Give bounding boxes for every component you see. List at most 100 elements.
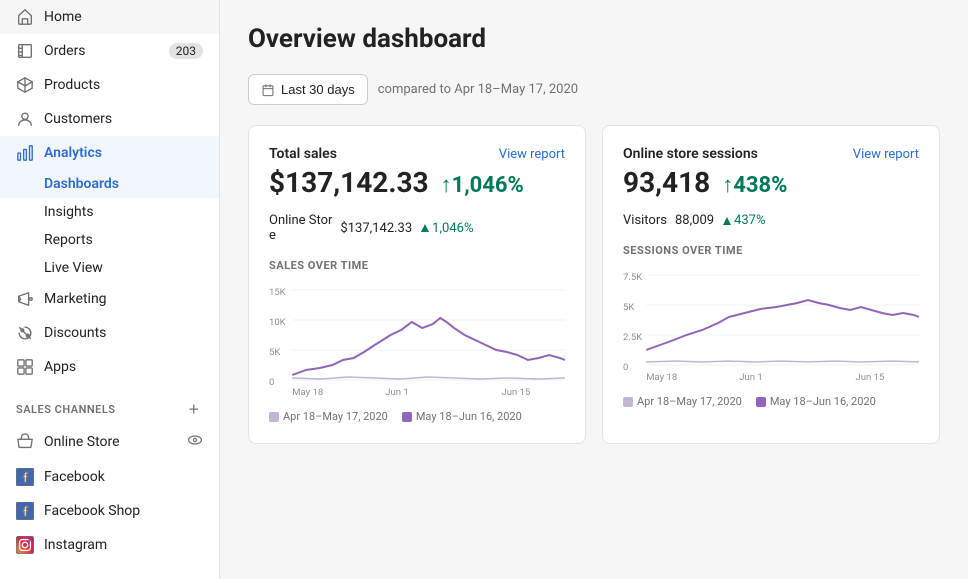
sessions-card: Online store sessions View report 93,418… <box>602 125 940 444</box>
sidebar-item-marketing-label: Marketing <box>44 291 107 307</box>
home-icon <box>16 8 34 26</box>
sidebar-item-analytics-label: Analytics <box>44 145 102 161</box>
sidebar-item-marketing[interactable]: Marketing <box>0 282 219 316</box>
sidebar-item-orders-label: Orders <box>44 43 86 59</box>
total-sales-big-row: $137,142.33 ↑1,046% <box>269 166 565 199</box>
sidebar-sub-item-liveview[interactable]: Live View <box>0 254 219 282</box>
add-sales-channel-button[interactable]: ＋ <box>185 400 203 418</box>
sessions-legend: Apr 18–May 17, 2020 May 18–Jun 16, 2020 <box>623 395 919 408</box>
svg-text:Jun 15: Jun 15 <box>856 372 885 383</box>
sidebar-item-discounts[interactable]: Discounts <box>0 316 219 350</box>
svg-text:0: 0 <box>269 377 274 388</box>
sidebar-sub-item-reports[interactable]: Reports <box>0 226 219 254</box>
svg-text:Jun 1: Jun 1 <box>385 387 408 398</box>
sessions-big-row: 93,418 ↑438% <box>623 166 919 199</box>
sidebar-sub-item-dashboards[interactable]: Dashboards <box>0 170 219 198</box>
page-title: Overview dashboard <box>248 24 940 54</box>
analytics-icon <box>16 144 34 162</box>
discounts-icon <box>16 324 34 342</box>
sidebar-item-customers-label: Customers <box>44 111 112 127</box>
sales-legend-curr-label: May 18–Jun 16, 2020 <box>416 410 522 423</box>
sessions-sub-row: Visitors 88,009 437% <box>623 213 919 228</box>
sidebar-sub-item-dashboards-label: Dashboards <box>44 176 119 192</box>
sidebar-item-online-store[interactable]: Online Store <box>0 424 219 460</box>
sales-legend-prev-dot <box>269 412 279 422</box>
sidebar-item-analytics[interactable]: Analytics <box>0 136 219 170</box>
sales-legend: Apr 18–May 17, 2020 May 18–Jun 16, 2020 <box>269 410 565 423</box>
sessions-value: 93,418 <box>623 166 710 199</box>
sidebar-item-facebook-shop[interactable]: Facebook Shop <box>0 494 219 528</box>
sales-legend-prev-label: Apr 18–May 17, 2020 <box>283 410 388 423</box>
svg-text:0: 0 <box>623 362 628 373</box>
svg-text:Jun 1: Jun 1 <box>739 372 762 383</box>
svg-text:May 18: May 18 <box>646 372 677 383</box>
sales-chart: 15K 10K 5K 0 May 18 Jun 1 Jun 15 <box>269 280 565 404</box>
filter-bar: Last 30 days compared to Apr 18–May 17, … <box>248 74 940 105</box>
sessions-legend-prev-label: Apr 18–May 17, 2020 <box>637 395 742 408</box>
instagram-icon <box>16 536 34 554</box>
sidebar-item-home-label: Home <box>44 9 82 25</box>
sales-chart-title: SALES OVER TIME <box>269 259 565 272</box>
total-sales-header: Total sales View report <box>269 146 565 162</box>
sidebar-item-orders[interactable]: Orders 203 <box>0 34 219 68</box>
sidebar-sub-item-insights[interactable]: Insights <box>0 198 219 226</box>
orders-badge: 203 <box>169 43 203 59</box>
svg-text:Jun 15: Jun 15 <box>502 387 531 398</box>
svg-text:5K: 5K <box>623 302 635 313</box>
sales-channels-title: SALES CHANNELS <box>16 403 116 416</box>
orders-icon <box>16 42 34 60</box>
svg-text:2.5K: 2.5K <box>623 332 642 343</box>
sessions-legend-curr-label: May 18–Jun 16, 2020 <box>770 395 876 408</box>
total-sales-title: Total sales <box>269 146 337 162</box>
facebook-shop-icon <box>16 502 34 520</box>
sidebar-sub-item-reports-label: Reports <box>44 232 93 248</box>
sessions-legend-curr-dot <box>756 397 766 407</box>
sessions-legend-prev-dot <box>623 397 633 407</box>
sidebar-item-products-label: Products <box>44 77 100 93</box>
total-sales-card: Total sales View report $137,142.33 ↑1,0… <box>248 125 586 444</box>
sessions-view-report[interactable]: View report <box>853 147 919 162</box>
total-sales-sub-value: $137,142.33 <box>340 221 412 236</box>
total-sales-sub-label: Online Store <box>269 213 332 243</box>
sales-legend-curr-dot <box>402 412 412 422</box>
sessions-header: Online store sessions View report <box>623 146 919 162</box>
online-store-eye-icon[interactable] <box>187 432 203 452</box>
sidebar-item-instagram[interactable]: Instagram <box>0 528 219 562</box>
total-sales-change: ↑1,046% <box>441 172 524 198</box>
total-sales-sub-change: 1,046% <box>420 221 473 236</box>
cards-row: Total sales View report $137,142.33 ↑1,0… <box>248 125 940 444</box>
sidebar-item-facebook[interactable]: Facebook <box>0 460 219 494</box>
sessions-title: Online store sessions <box>623 146 758 162</box>
compare-text: compared to Apr 18–May 17, 2020 <box>378 82 578 97</box>
sessions-chart: 7.5K 5K 2.5K 0 May 18 Jun 1 Jun 15 <box>623 265 919 389</box>
total-sales-sub-row: Online Store $137,142.33 1,046% <box>269 213 565 243</box>
sidebar-item-apps[interactable]: Apps <box>0 350 219 384</box>
sidebar-item-products[interactable]: Products <box>0 68 219 102</box>
sidebar-item-home[interactable]: Home <box>0 0 219 34</box>
total-sales-value: $137,142.33 <box>269 166 429 199</box>
sessions-change: ↑438% <box>722 172 787 198</box>
sales-legend-curr: May 18–Jun 16, 2020 <box>402 410 522 423</box>
sessions-chart-title: SESSIONS OVER TIME <box>623 244 919 257</box>
sidebar-sub-item-liveview-label: Live View <box>44 260 103 276</box>
sessions-legend-curr: May 18–Jun 16, 2020 <box>756 395 876 408</box>
sidebar-item-customers[interactable]: Customers <box>0 102 219 136</box>
total-sales-view-report[interactable]: View report <box>499 147 565 162</box>
sessions-sub-label: Visitors <box>623 213 667 228</box>
svg-text:15K: 15K <box>269 287 286 298</box>
apps-icon <box>16 358 34 376</box>
svg-text:5K: 5K <box>269 347 281 358</box>
sidebar-item-facebook-shop-label: Facebook Shop <box>44 503 140 519</box>
sidebar-item-discounts-label: Discounts <box>44 325 106 341</box>
svg-text:May 18: May 18 <box>292 387 323 398</box>
date-filter-button[interactable]: Last 30 days <box>248 74 368 105</box>
sidebar-item-instagram-label: Instagram <box>44 537 107 553</box>
sidebar: Home Orders 203 Products Customers Analy… <box>0 0 220 579</box>
sidebar-item-apps-label: Apps <box>44 359 76 375</box>
store-icon <box>16 433 34 451</box>
sales-legend-prev: Apr 18–May 17, 2020 <box>269 410 388 423</box>
svg-text:7.5K: 7.5K <box>623 272 642 283</box>
sidebar-item-facebook-label: Facebook <box>44 469 105 485</box>
date-filter-label: Last 30 days <box>281 82 355 97</box>
sales-channels-section: SALES CHANNELS ＋ <box>0 384 219 424</box>
